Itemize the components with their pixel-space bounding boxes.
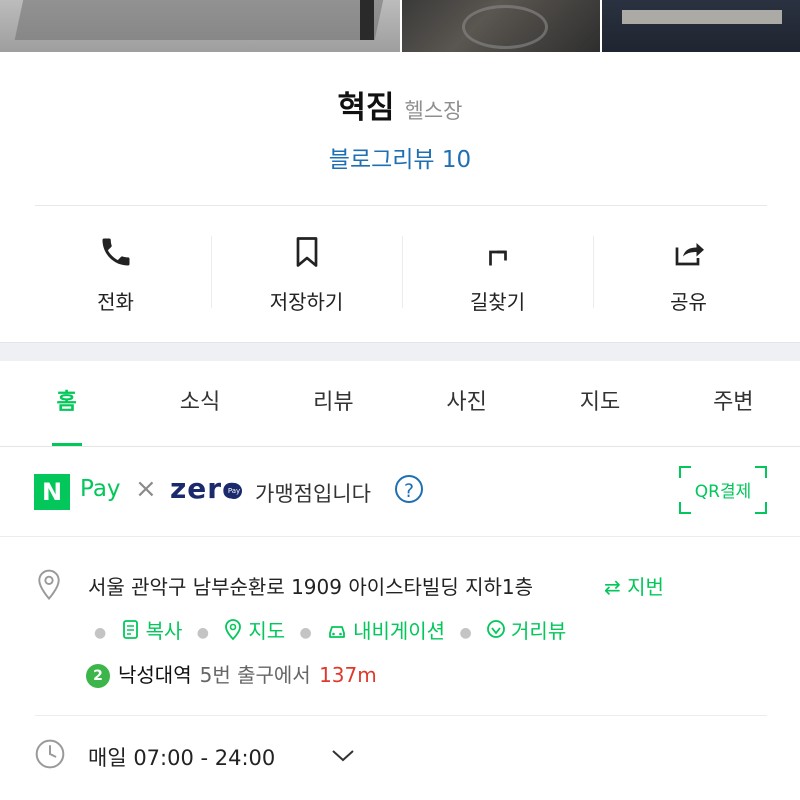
call-label: 전화 [97,290,134,314]
subway-info: 2 낙성대역 5번 출구에서 137m [86,659,377,688]
tab-bar: 홈 소식 리뷰 사진 지도 주변 [0,360,800,447]
cross-symbol: × [135,474,157,504]
address-actions: ● 복사 ● 지도 ● 내비게이션 ● 거리뷰 [86,615,566,644]
tab-nearby[interactable]: 주변 [667,360,800,446]
map-pin-icon [225,619,242,641]
photo-strip[interactable] [0,0,800,52]
blog-review-link[interactable]: 블로그리뷰 10 [0,140,800,174]
copy-icon [122,620,138,639]
hours-section[interactable]: 매일 07:00 - 24:00 [0,716,800,800]
divider [35,205,767,206]
share-icon [593,230,784,274]
street-view-label: 거리뷰 [511,619,567,643]
copy-label: 복사 [145,619,183,643]
payment-row: N Pay × zero Pay 가맹점입니다 ? QR결제 [0,446,800,537]
place-header: 혁짐 헬스장 [0,82,800,127]
address-text: 서울 관악구 남부순환로 1909 아이스타빌딩 지하1층 [88,575,534,599]
navigation-label: 내비게이션 [353,619,446,643]
phone-icon [20,230,211,274]
exit-text: 5번 출구에서 [199,663,311,687]
gym-photo[interactable] [402,0,600,52]
map-button[interactable]: 지도 [223,615,285,644]
call-button[interactable]: 전화 [20,226,211,316]
qr-corner [755,502,767,514]
bookmark-icon [211,230,402,274]
directions-label: 길찾기 [469,290,526,314]
bullet: ● [196,624,209,641]
tab-review[interactable]: 리뷰 [267,360,400,446]
share-label: 공유 [670,290,707,314]
business-hours: 매일 07:00 - 24:00 [88,746,276,770]
directions-button[interactable]: 길찾기 [402,226,593,316]
section-separator [0,342,800,361]
directions-icon [402,230,593,274]
gym-photo[interactable] [602,0,800,52]
gym-photo[interactable] [0,0,400,52]
zeropay-dot: Pay [226,483,242,499]
tab-news[interactable]: 소식 [133,360,266,446]
map-label: 지도 [248,619,286,643]
franchise-text: 가맹점입니다 [255,482,371,506]
car-icon [329,626,345,638]
help-icon[interactable]: ? [395,475,423,503]
action-bar: 전화 저장하기 길찾기 공유 [20,226,784,316]
qr-pay-label: QR결제 [694,482,752,502]
jibeon-toggle[interactable]: ⇄ 지번 [604,571,664,600]
tab-home[interactable]: 홈 [0,360,133,446]
bullet: ● [94,624,107,641]
save-button[interactable]: 저장하기 [211,226,402,316]
tab-photo[interactable]: 사진 [400,360,533,446]
bullet: ● [459,624,472,641]
save-label: 저장하기 [269,290,344,314]
share-button[interactable]: 공유 [593,226,784,316]
npay-text: Pay [80,476,121,502]
place-name: 혁짐 [337,90,395,126]
clock-icon [34,738,66,774]
street-view-icon [487,620,505,638]
copy-address-button[interactable]: 복사 [121,615,183,644]
tab-map[interactable]: 지도 [533,360,666,446]
location-pin-icon [34,567,64,605]
qr-pay-button[interactable]: QR결제 [679,466,767,514]
navigation-button[interactable]: 내비게이션 [326,615,445,644]
bullet: ● [299,624,312,641]
place-category: 헬스장 [404,99,463,123]
street-view-button[interactable]: 거리뷰 [486,615,566,644]
subway-line-badge: 2 [86,664,110,688]
station-name: 낙성대역 [118,663,192,687]
npay-logo: N [34,474,70,510]
chevron-down-icon[interactable] [330,744,356,770]
qr-corner [679,502,691,514]
distance-text: 137m [319,663,377,687]
